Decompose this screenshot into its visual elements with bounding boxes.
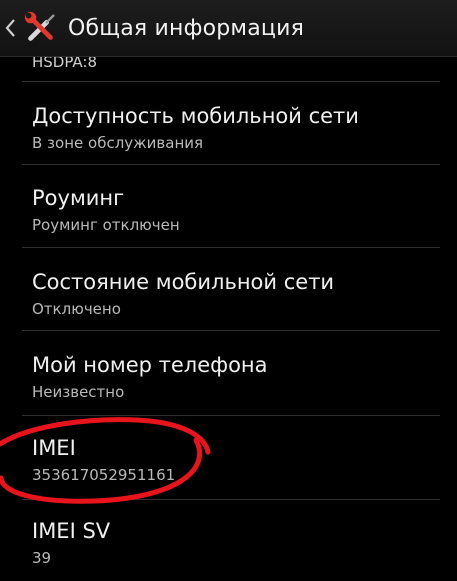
item-value: Неизвестно: [32, 383, 125, 401]
item-value: Отключено: [32, 300, 121, 318]
item-label: IMEI: [32, 436, 76, 460]
info-list: HSDPA:8 Доступность мобильной сети В зон…: [0, 57, 457, 581]
item-label: Состояние мобильной сети: [32, 270, 335, 294]
item-label: Доступность мобильной сети: [32, 104, 359, 128]
item-value: В зоне обслуживания: [32, 134, 204, 152]
list-item-roaming[interactable]: Роуминг Роуминг отключен: [0, 185, 457, 235]
item-label: Роуминг: [32, 186, 125, 210]
item-value: 39: [32, 549, 52, 567]
chevron-left-icon: [5, 19, 15, 37]
item-label: Мой номер телефона: [32, 353, 268, 377]
tools-icon: [24, 11, 55, 41]
divider: [22, 164, 440, 165]
partial-item-text: HSDPA:8: [32, 57, 98, 71]
divider: [22, 247, 440, 248]
item-label: IMEI SV: [32, 519, 111, 543]
item-value: 353617052951161: [32, 466, 176, 484]
list-item-imei[interactable]: IMEI 353617052951161: [0, 435, 457, 485]
divider: [22, 415, 440, 416]
page-title: Общая информация: [68, 15, 305, 41]
list-item-network-state[interactable]: Состояние мобильной сети Отключено: [0, 269, 457, 319]
up-navigation-button[interactable]: [0, 0, 60, 56]
divider: [22, 330, 440, 331]
list-item-network-availability[interactable]: Доступность мобильной сети В зоне обслуж…: [0, 103, 457, 153]
action-bar: Общая информация: [0, 0, 457, 57]
divider: [22, 81, 440, 82]
partial-list-item: HSDPA:8: [0, 57, 457, 72]
list-item-phone-number[interactable]: Мой номер телефона Неизвестно: [0, 352, 457, 402]
divider: [22, 499, 440, 500]
screen: Общая информация HSDPA:8 Доступность моб…: [0, 0, 457, 581]
item-value: Роуминг отключен: [32, 216, 180, 234]
list-item-imei-sv[interactable]: IMEI SV 39: [0, 518, 457, 568]
